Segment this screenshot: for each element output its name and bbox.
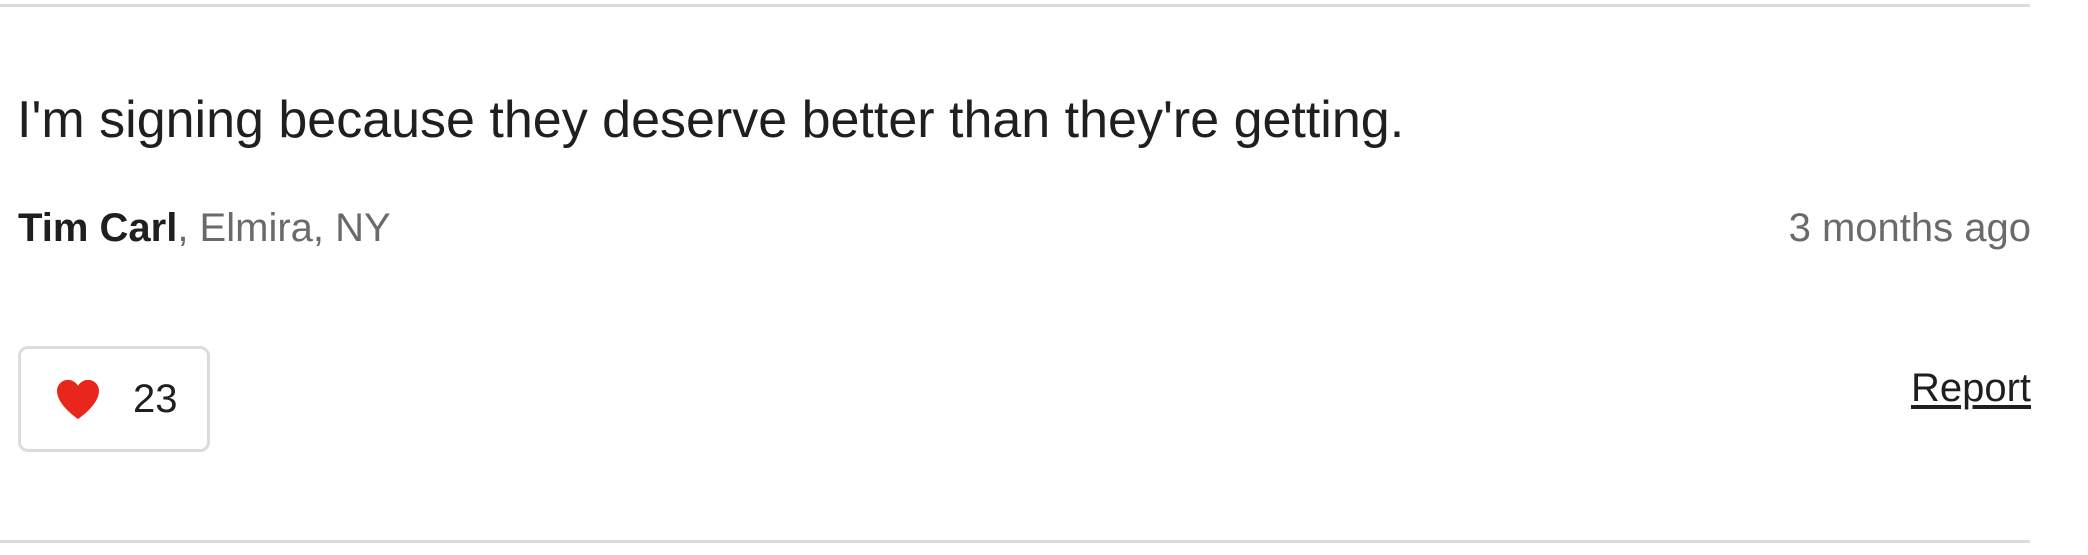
comment-text: I'm signing because they deserve better … [17, 91, 1405, 149]
like-count: 23 [133, 377, 178, 421]
author-name: Tim Carl [18, 206, 178, 250]
comment-timestamp: 3 months ago [1788, 206, 2031, 250]
comment-author-line: Tim Carl, Elmira, NY [18, 202, 391, 254]
like-button[interactable]: 23 [18, 346, 210, 452]
author-location: , Elmira, NY [177, 206, 391, 250]
bottom-divider [0, 540, 2030, 543]
heart-icon [55, 378, 101, 420]
top-divider [0, 4, 2030, 7]
report-link[interactable]: Report [1911, 362, 2031, 414]
